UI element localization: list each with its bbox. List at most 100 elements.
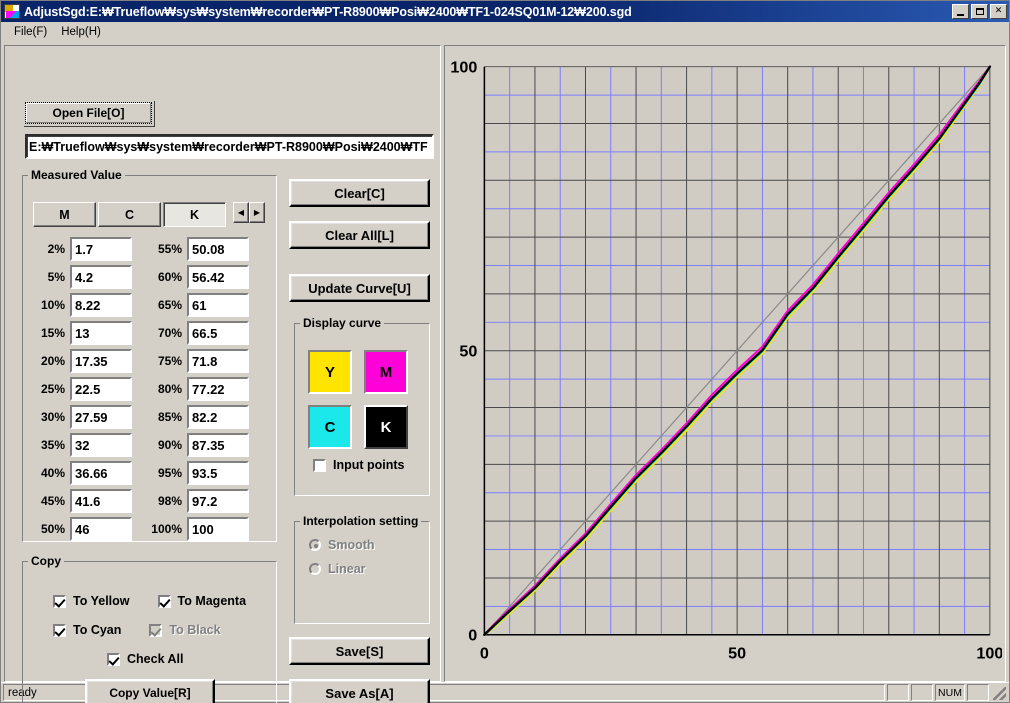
swatch-cyan[interactable]: C xyxy=(308,405,352,449)
chart-area: 0 50 100 0 50 100 xyxy=(448,49,1002,678)
measured-value-input[interactable]: 41.6 xyxy=(70,489,132,513)
measured-column-right: 55% 50.08 60% 56.42 65% 61 70% 66.5 75% 71.8 80% 77… xyxy=(146,237,249,541)
measured-percent-label: 55% xyxy=(157,242,182,256)
radio-linear: Linear xyxy=(309,562,429,576)
channel-tabs: M C K ◀ ▶ xyxy=(33,202,265,227)
measured-percent-label: 50% xyxy=(40,522,65,536)
measured-row: 50% 46 xyxy=(29,517,132,541)
measured-value-input[interactable]: 71.8 xyxy=(187,349,249,373)
measured-value-input[interactable]: 17.35 xyxy=(70,349,132,373)
swatch-yellow[interactable]: Y xyxy=(308,350,352,394)
status-cell-2 xyxy=(911,684,933,701)
minimize-button[interactable] xyxy=(952,4,969,19)
measured-value-input[interactable]: 56.42 xyxy=(187,265,249,289)
svg-text:50: 50 xyxy=(728,646,746,663)
checkbox-to-cyan-label: To Cyan xyxy=(73,623,122,637)
file-path-input[interactable]: E:₩Trueflow₩sys₩system₩recorder₩PT-R8900… xyxy=(25,134,434,159)
swatch-black[interactable]: K xyxy=(364,405,408,449)
tab-c[interactable]: C xyxy=(98,202,161,227)
checkbox-to-yellow[interactable]: To Yellow xyxy=(53,594,130,608)
measured-value-input[interactable]: 87.35 xyxy=(187,433,249,457)
measured-percent-label: 98% xyxy=(157,494,182,508)
measured-percent-label: 15% xyxy=(40,326,65,340)
tab-m[interactable]: M xyxy=(33,202,96,227)
resize-grip-icon[interactable] xyxy=(991,684,1007,701)
measured-row: 98% 97.2 xyxy=(146,489,249,513)
measured-value-input[interactable]: 36.66 xyxy=(70,461,132,485)
radio-linear-label: Linear xyxy=(328,562,366,576)
measured-value-input[interactable]: 8.22 xyxy=(70,293,132,317)
checkbox-to-magenta-label: To Magenta xyxy=(177,594,247,608)
measured-value-input[interactable]: 13 xyxy=(70,321,132,345)
measured-value-input[interactable]: 22.5 xyxy=(70,377,132,401)
measured-value-input[interactable]: 61 xyxy=(187,293,249,317)
maximize-button[interactable] xyxy=(971,4,988,19)
spinner-next-icon[interactable]: ▶ xyxy=(249,202,265,223)
save-button[interactable]: Save[S] xyxy=(289,637,430,665)
curve-chart[interactable]: 0 50 100 0 50 100 xyxy=(448,49,1002,678)
checkbox-to-yellow-box xyxy=(53,594,66,608)
controls-panel: Open File[O] E:₩Trueflow₩sys₩system₩reco… xyxy=(4,45,441,703)
measured-percent-label: 20% xyxy=(40,354,65,368)
measured-value-input[interactable]: 50.08 xyxy=(187,237,249,261)
tab-k[interactable]: K xyxy=(163,202,226,227)
menu-file[interactable]: File(F) xyxy=(7,24,54,40)
measured-row: 55% 50.08 xyxy=(146,237,249,261)
measured-value-input[interactable]: 82.2 xyxy=(187,405,249,429)
spinner-prev-icon[interactable]: ◀ xyxy=(233,202,249,223)
checkbox-to-cyan[interactable]: To Cyan xyxy=(53,623,121,637)
swatch-yellow-label: Y xyxy=(324,363,335,381)
measured-row: 70% 66.5 xyxy=(146,321,249,345)
display-curve-group: Display curve Y M C K Input points xyxy=(294,316,430,496)
checkbox-to-cyan-box xyxy=(53,623,66,637)
window-title: AdjustSgd:E:₩Trueflow₩sys₩system₩recorde… xyxy=(24,4,632,19)
title-bar: AdjustSgd:E:₩Trueflow₩sys₩system₩recorde… xyxy=(1,1,1009,22)
measured-value-input[interactable]: 46 xyxy=(70,517,132,541)
measured-row: 95% 93.5 xyxy=(146,461,249,485)
measured-value-input[interactable]: 4.2 xyxy=(70,265,132,289)
swatch-magenta[interactable]: M xyxy=(364,350,408,394)
measured-row: 5% 4.2 xyxy=(29,265,132,289)
clear-button[interactable]: Clear[C] xyxy=(289,179,430,207)
measured-row: 35% 32 xyxy=(29,433,132,457)
measured-value-input[interactable]: 32 xyxy=(70,433,132,457)
measured-value-input[interactable]: 100 xyxy=(187,517,249,541)
close-button[interactable]: ✕ xyxy=(990,4,1007,19)
measured-row: 30% 27.59 xyxy=(29,405,132,429)
measured-row: 2% 1.7 xyxy=(29,237,132,261)
measured-value-input[interactable]: 93.5 xyxy=(187,461,249,485)
menu-help[interactable]: Help(H) xyxy=(54,24,108,40)
update-curve-button[interactable]: Update Curve[U] xyxy=(289,274,430,302)
checkbox-check-all-label: Check All xyxy=(127,652,184,666)
svg-text:0: 0 xyxy=(468,628,477,645)
measured-percent-label: 40% xyxy=(40,466,65,480)
measured-percent-label: 75% xyxy=(157,354,182,368)
measured-value-input[interactable]: 77.22 xyxy=(187,377,249,401)
svg-text:100: 100 xyxy=(450,60,477,77)
copy-value-label: Copy Value[R] xyxy=(109,686,191,700)
copy-value-button[interactable]: Copy Value[R] xyxy=(85,679,215,703)
clear-all-button[interactable]: Clear All[L] xyxy=(289,221,430,249)
measured-value-input[interactable]: 1.7 xyxy=(70,237,132,261)
clear-all-label: Clear All[L] xyxy=(325,227,394,243)
measured-percent-label: 30% xyxy=(40,410,65,424)
measured-percent-label: 65% xyxy=(157,298,182,312)
save-as-label: Save As[A] xyxy=(325,685,394,701)
client-area: Open File[O] E:₩Trueflow₩sys₩system₩reco… xyxy=(1,42,1009,703)
radio-smooth-dot xyxy=(309,539,321,551)
measured-percent-label: 70% xyxy=(157,326,182,340)
save-as-button[interactable]: Save As[A] xyxy=(289,679,430,703)
checkbox-check-all[interactable]: Check All xyxy=(107,652,184,666)
measured-value-input[interactable]: 97.2 xyxy=(187,489,249,513)
open-file-button[interactable]: Open File[O] xyxy=(25,102,152,124)
measured-percent-label: 25% xyxy=(40,382,65,396)
measured-percent-label: 80% xyxy=(157,382,182,396)
menu-bar: File(F) Help(H) xyxy=(1,22,1009,42)
measured-value-input[interactable]: 27.59 xyxy=(70,405,132,429)
checkbox-input-points[interactable]: Input points xyxy=(313,458,405,472)
checkbox-to-black: To Black xyxy=(149,623,221,637)
checkbox-to-magenta[interactable]: To Magenta xyxy=(157,594,247,608)
measured-value-input[interactable]: 66.5 xyxy=(187,321,249,345)
measured-row: 75% 71.8 xyxy=(146,349,249,373)
measured-percent-label: 5% xyxy=(47,270,65,284)
